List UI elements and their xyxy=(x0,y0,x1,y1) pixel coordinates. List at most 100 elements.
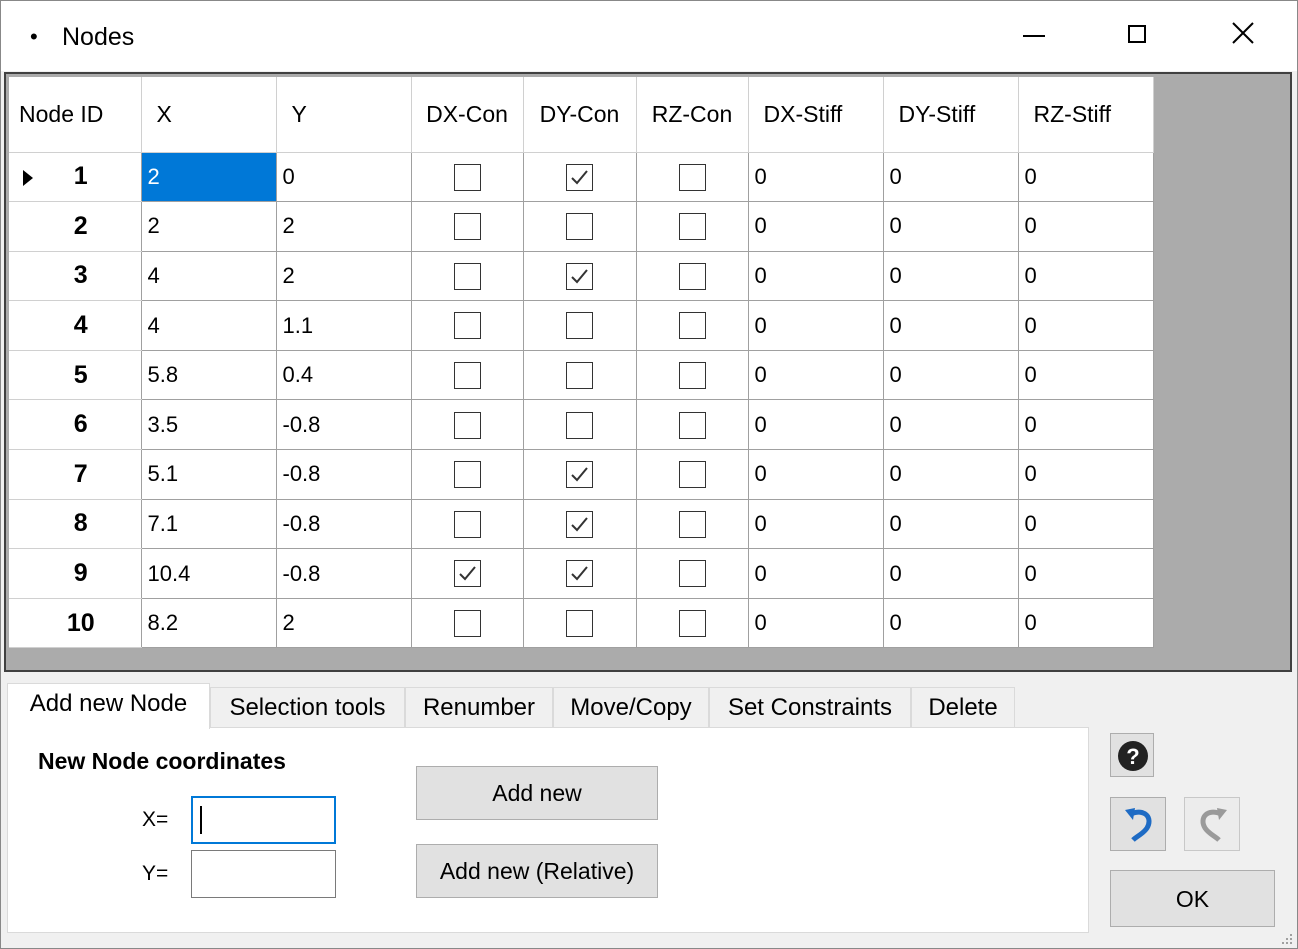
dx-stiff-cell[interactable]: 0 xyxy=(747,548,884,599)
dy-con-checkbox[interactable] xyxy=(566,461,593,489)
y-input[interactable] xyxy=(191,850,336,898)
column-header[interactable]: Y xyxy=(276,77,412,153)
rz-stiff-cell[interactable]: 0 xyxy=(1017,151,1154,203)
dx-stiff-cell[interactable]: 0 xyxy=(747,151,884,203)
dx-con-checkbox[interactable] xyxy=(453,461,481,489)
x-cell[interactable]: 4 xyxy=(140,250,277,302)
dx-stiff-cell[interactable]: 0 xyxy=(747,597,884,649)
dy-con-checkbox[interactable] xyxy=(566,262,593,290)
dy-con-checkbox[interactable] xyxy=(566,213,593,241)
rz-con-checkbox[interactable] xyxy=(678,163,706,191)
dy-stiff-cell[interactable]: 0 xyxy=(882,349,1019,401)
tab-add-new-node[interactable]: Add new Node xyxy=(7,683,210,729)
row-header[interactable]: 6 xyxy=(9,399,142,451)
tab-delete[interactable]: Delete xyxy=(911,687,1015,727)
rz-con-checkbox[interactable] xyxy=(678,362,706,390)
rz-con-checkbox[interactable] xyxy=(678,213,706,241)
dx-con-checkbox[interactable] xyxy=(453,213,481,241)
rz-stiff-cell[interactable]: 0 xyxy=(1017,548,1154,599)
table-row[interactable]: 9 10.4 -0.8 0 0 0 xyxy=(9,548,1154,599)
row-header[interactable]: 1 xyxy=(9,152,142,203)
dy-stiff-cell[interactable]: 0 xyxy=(882,399,1019,451)
dx-con-checkbox[interactable] xyxy=(453,560,481,588)
help-button[interactable]: ? xyxy=(1110,733,1154,777)
column-header[interactable]: X xyxy=(141,77,277,153)
table-row[interactable]: 10 8.2 2 0 0 0 xyxy=(9,597,1154,649)
nodes-grid[interactable]: Node ID X Y DX-Con DY-Con RZ-Con DX-Stif… xyxy=(4,72,1292,672)
row-header[interactable]: 9 xyxy=(9,548,142,599)
dy-stiff-cell[interactable]: 0 xyxy=(882,449,1019,500)
x-input[interactable] xyxy=(191,796,336,844)
close-button[interactable] xyxy=(1194,1,1294,71)
column-header[interactable]: DX-Con xyxy=(411,77,524,153)
column-header[interactable]: DX-Stiff xyxy=(748,77,884,153)
x-cell[interactable]: 8.2 xyxy=(140,597,277,649)
dx-stiff-cell[interactable]: 0 xyxy=(747,399,884,451)
dy-stiff-cell[interactable]: 0 xyxy=(882,597,1019,649)
column-header[interactable]: DY-Stiff xyxy=(883,77,1019,153)
y-cell[interactable]: 0 xyxy=(275,151,412,203)
resize-grip-icon[interactable] xyxy=(1279,931,1293,945)
dy-con-checkbox[interactable] xyxy=(566,609,593,637)
rz-stiff-cell[interactable]: 0 xyxy=(1017,498,1154,550)
rz-stiff-cell[interactable]: 0 xyxy=(1017,250,1154,302)
y-cell[interactable]: -0.8 xyxy=(275,399,412,451)
y-cell[interactable]: -0.8 xyxy=(275,548,412,599)
rz-con-checkbox[interactable] xyxy=(678,312,706,340)
y-cell[interactable]: -0.8 xyxy=(275,449,412,500)
row-header[interactable]: 3 xyxy=(9,251,142,302)
rz-stiff-cell[interactable]: 0 xyxy=(1017,201,1154,252)
y-cell[interactable]: 2 xyxy=(275,201,412,252)
tab-set-constraints[interactable]: Set Constraints xyxy=(709,687,911,727)
x-cell[interactable]: 3.5 xyxy=(140,399,277,451)
add-new-button[interactable]: Add new xyxy=(416,766,658,820)
dx-con-checkbox[interactable] xyxy=(453,362,481,390)
rz-stiff-cell[interactable]: 0 xyxy=(1017,300,1154,351)
dy-stiff-cell[interactable]: 0 xyxy=(882,300,1019,351)
dx-con-checkbox[interactable] xyxy=(453,262,481,290)
x-cell[interactable]: 2 xyxy=(140,151,277,203)
rz-con-checkbox[interactable] xyxy=(678,560,706,588)
x-cell[interactable]: 2 xyxy=(140,201,277,252)
dx-stiff-cell[interactable]: 0 xyxy=(747,201,884,252)
minimize-button[interactable] xyxy=(986,1,1086,71)
dx-stiff-cell[interactable]: 0 xyxy=(747,300,884,351)
dx-con-checkbox[interactable] xyxy=(453,609,481,637)
dx-con-checkbox[interactable] xyxy=(453,312,481,340)
column-header[interactable]: Node ID xyxy=(9,77,142,153)
table-row[interactable]: 222000 xyxy=(9,201,1154,252)
rz-stiff-cell[interactable]: 0 xyxy=(1017,349,1154,401)
tab-renumber[interactable]: Renumber xyxy=(405,687,553,727)
table-row[interactable]: 7 5.1 -0.8 0 0 0 xyxy=(9,449,1154,500)
x-cell[interactable]: 7.1 xyxy=(140,498,277,550)
ok-button[interactable]: OK xyxy=(1110,870,1275,927)
undo-button[interactable] xyxy=(1110,797,1166,851)
rz-con-checkbox[interactable] xyxy=(678,510,706,538)
dx-stiff-cell[interactable]: 0 xyxy=(747,250,884,302)
x-cell[interactable]: 5.8 xyxy=(140,349,277,401)
x-cell[interactable]: 5.1 xyxy=(140,449,277,500)
rz-stiff-cell[interactable]: 0 xyxy=(1017,597,1154,649)
row-header[interactable]: 2 xyxy=(9,201,142,252)
dy-stiff-cell[interactable]: 0 xyxy=(882,250,1019,302)
dy-stiff-cell[interactable]: 0 xyxy=(882,498,1019,550)
column-header[interactable]: DY-Con xyxy=(523,77,637,153)
maximize-button[interactable] xyxy=(1088,1,1188,71)
table-row[interactable]: 5 5.8 0.4 0 0 0 xyxy=(9,349,1154,401)
dy-stiff-cell[interactable]: 0 xyxy=(882,548,1019,599)
rz-con-checkbox[interactable] xyxy=(678,461,706,489)
table-row[interactable]: 342000 xyxy=(9,250,1154,302)
add-new-relative-button[interactable]: Add new (Relative) xyxy=(416,844,658,898)
dx-con-checkbox[interactable] xyxy=(453,163,481,191)
tab-move-copy[interactable]: Move/Copy xyxy=(553,687,709,727)
dy-con-checkbox[interactable] xyxy=(566,510,593,538)
rz-stiff-cell[interactable]: 0 xyxy=(1017,399,1154,451)
y-cell[interactable]: 2 xyxy=(275,250,412,302)
row-header[interactable]: 7 xyxy=(9,449,142,500)
table-row[interactable]: 8 7.1 -0.8 0 0 0 xyxy=(9,498,1154,550)
x-cell[interactable]: 4 xyxy=(140,300,277,351)
dx-stiff-cell[interactable]: 0 xyxy=(747,449,884,500)
x-cell[interactable]: 10.4 xyxy=(140,548,277,599)
y-cell[interactable]: 0.4 xyxy=(275,349,412,401)
tab-selection-tools[interactable]: Selection tools xyxy=(210,687,405,727)
